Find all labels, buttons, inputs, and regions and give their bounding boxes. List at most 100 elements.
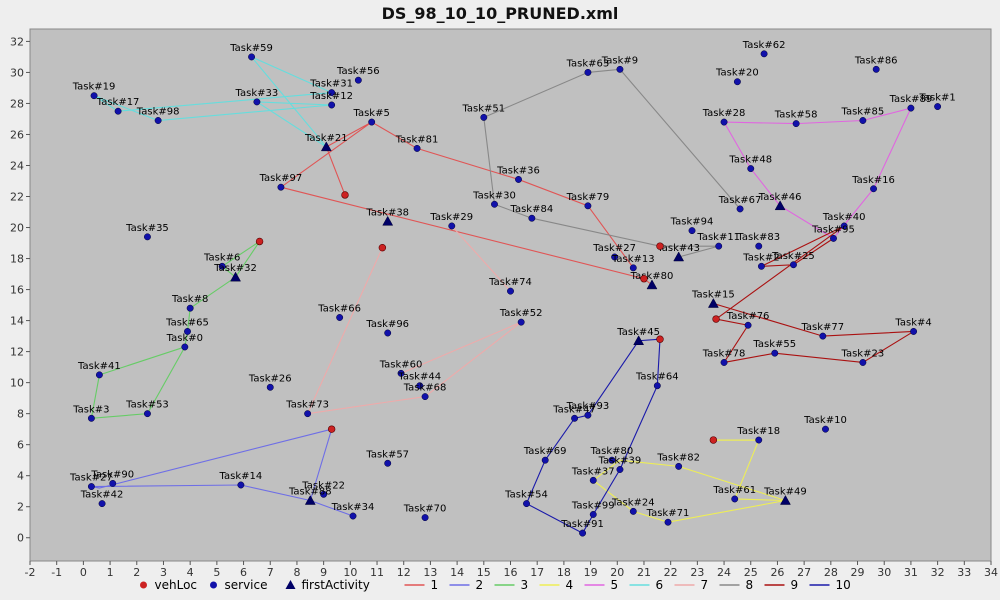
task-label: Task#77 xyxy=(800,322,844,333)
service-point xyxy=(653,382,661,390)
task-label: Task#25 xyxy=(771,251,815,262)
task-label: Task#33 xyxy=(235,88,279,99)
service-point xyxy=(870,185,877,193)
service-point xyxy=(715,242,723,250)
task-label: Task#10 xyxy=(803,415,847,426)
y-tick-label: 22 xyxy=(10,191,24,204)
task-label: Task#98 xyxy=(136,107,180,118)
service-point xyxy=(792,120,800,128)
task-label: Task#26 xyxy=(248,373,292,384)
legend-1-label: 1 xyxy=(431,578,439,592)
task-label: Task#1 xyxy=(918,93,955,104)
service-point xyxy=(731,495,739,503)
service-point xyxy=(859,117,867,124)
service-point xyxy=(771,349,779,357)
task-label: Task#51 xyxy=(461,103,505,114)
service-point xyxy=(248,53,256,61)
task-label: Task#81 xyxy=(395,134,439,145)
legend-8-label: 8 xyxy=(746,578,754,592)
y-tick-label: 26 xyxy=(10,128,24,141)
service-point xyxy=(448,222,456,230)
x-tick-label: 33 xyxy=(957,566,971,579)
task-label: Task#30 xyxy=(472,190,516,201)
service-point xyxy=(629,507,637,515)
service-point xyxy=(736,205,744,213)
x-tick-label: 1 xyxy=(107,566,114,579)
service-point xyxy=(98,500,106,508)
legend-10-label: 10 xyxy=(836,578,851,592)
x-tick-label: 21 xyxy=(637,566,651,579)
x-tick-label: 22 xyxy=(664,566,678,579)
y-tick-label: 12 xyxy=(10,346,24,359)
task-label: Task#45 xyxy=(616,327,660,338)
task-label: Task#35 xyxy=(125,223,169,234)
task-label: Task#66 xyxy=(317,303,361,314)
task-label: Task#70 xyxy=(403,504,447,515)
x-tick-label: 0 xyxy=(80,566,87,579)
task-label: Task#12 xyxy=(309,91,353,102)
task-label: Task#23 xyxy=(841,348,885,359)
service-point xyxy=(733,78,741,86)
service-point xyxy=(757,262,765,270)
legend-6-label: 6 xyxy=(656,578,664,592)
service-point xyxy=(579,529,587,537)
vehicle-location-point xyxy=(709,436,718,444)
x-tick-label: 14 xyxy=(450,566,464,579)
vehicle-location-point xyxy=(656,242,664,250)
x-tick-label: 27 xyxy=(797,566,811,579)
task-label: Task#15 xyxy=(691,290,735,301)
x-tick-label: 11 xyxy=(370,566,384,579)
task-label: Task#5 xyxy=(353,108,390,119)
service-point xyxy=(589,476,597,484)
service-point xyxy=(675,462,683,470)
task-label: Task#99 xyxy=(571,500,615,511)
x-tick-label: 29 xyxy=(851,566,865,579)
x-tick-label: 31 xyxy=(904,566,918,579)
task-label: Task#39 xyxy=(598,455,642,466)
service-point xyxy=(491,200,498,208)
task-label: Task#6 xyxy=(203,252,240,263)
service-point xyxy=(584,411,592,419)
vehicle-location-point xyxy=(656,335,664,343)
service-point xyxy=(664,518,672,526)
service-point xyxy=(744,321,752,329)
task-label: Task#93 xyxy=(566,401,610,412)
legend-9-label: 9 xyxy=(791,578,799,592)
service-point xyxy=(154,117,162,124)
task-label: Task#20 xyxy=(715,68,759,79)
task-label: Task#46 xyxy=(758,192,802,203)
task-label: Task#96 xyxy=(365,319,409,330)
task-label: Task#97 xyxy=(259,173,303,184)
task-label: Task#59 xyxy=(229,43,273,54)
service-point xyxy=(872,65,880,73)
service-point xyxy=(584,68,592,76)
task-label: Task#44 xyxy=(397,372,441,383)
service-point xyxy=(907,104,915,112)
task-label: Task#17 xyxy=(96,97,140,108)
task-label: Task#76 xyxy=(726,311,770,322)
route-chart: DS_98_10_10_PRUNED.xml -2 -1 0 1 2 3 4 5 6 7 8 9 10 1… xyxy=(0,0,1000,600)
service-point xyxy=(910,327,918,335)
x-tick-label: -2 xyxy=(25,566,36,579)
service-point xyxy=(421,393,429,401)
task-label: Task#4 xyxy=(894,317,931,328)
task-label: Task#3 xyxy=(72,404,109,415)
service-point xyxy=(266,383,274,391)
vehicle-location-point xyxy=(255,237,264,246)
x-tick-label: 32 xyxy=(931,566,945,579)
service-point xyxy=(515,175,522,183)
chart-title: DS_98_10_10_PRUNED.xml xyxy=(382,4,619,23)
task-label: Task#90 xyxy=(90,469,134,480)
y-tick-label: 6 xyxy=(17,439,24,452)
task-label: Task#60 xyxy=(379,359,423,370)
task-label: Task#0 xyxy=(166,333,203,344)
y-tick-label: 2 xyxy=(17,501,24,514)
task-label: Task#69 xyxy=(523,446,567,457)
service-point xyxy=(523,500,530,508)
y-tick-label: 10 xyxy=(10,377,24,390)
service-point xyxy=(830,234,837,242)
service-point xyxy=(114,107,122,115)
x-tick-label: -1 xyxy=(51,566,62,579)
task-label: Task#61 xyxy=(712,485,756,496)
task-label: Task#63 xyxy=(566,58,610,69)
